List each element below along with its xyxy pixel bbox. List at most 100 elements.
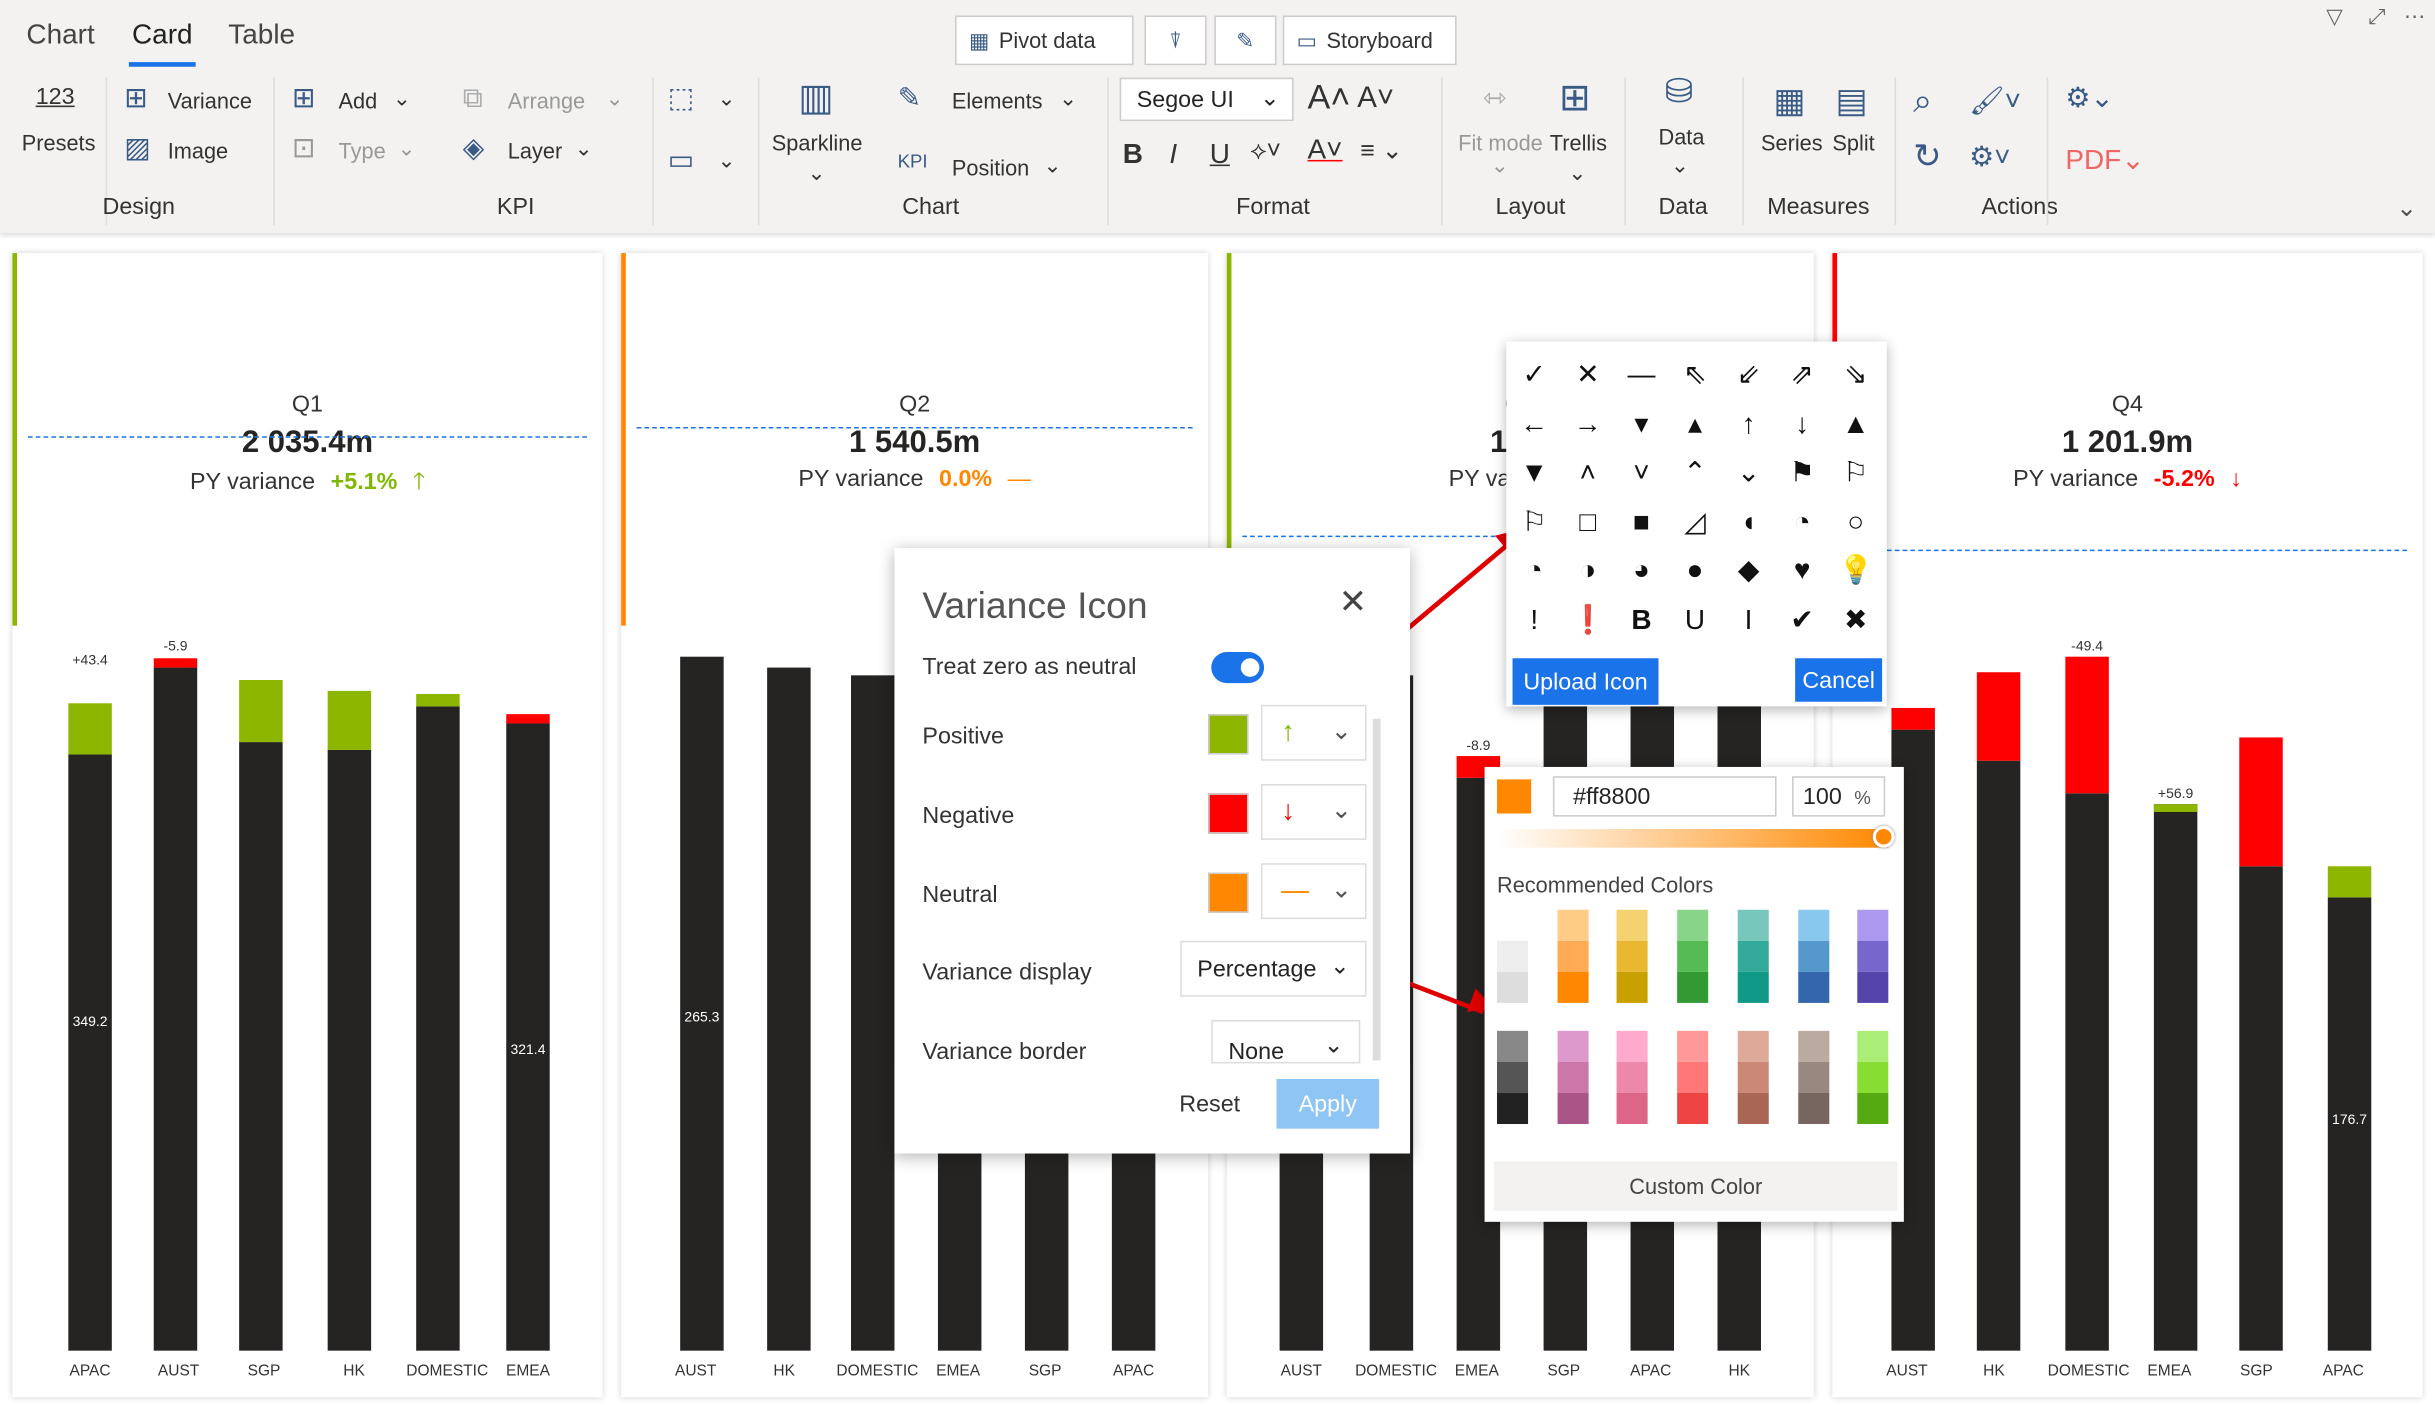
variance-bar[interactable] bbox=[239, 679, 283, 743]
opacity-input[interactable]: 100% bbox=[1792, 776, 1886, 817]
variance-bar[interactable] bbox=[506, 714, 550, 724]
color-swatch-column[interactable] bbox=[1677, 1030, 1709, 1125]
variance-bar[interactable] bbox=[153, 658, 198, 668]
pivot-data-button[interactable]: ▦ Pivot data bbox=[955, 15, 1134, 66]
chevron-down-icon[interactable]: ⌄ bbox=[717, 147, 735, 173]
font-color-icon[interactable]: A˅ bbox=[1308, 134, 1343, 167]
upload-icon-button[interactable]: Upload Icon bbox=[1512, 658, 1659, 705]
double-chevron-down-icon[interactable]: ⌄ bbox=[1731, 455, 1765, 489]
variance-button[interactable]: Variance bbox=[168, 88, 252, 113]
chevron-down-icon[interactable]: ⌄ bbox=[1491, 152, 1509, 178]
check-icon[interactable]: ✓ bbox=[1517, 357, 1551, 391]
variance-bar[interactable] bbox=[327, 690, 372, 750]
sparkline-button[interactable]: Sparkline bbox=[772, 130, 863, 155]
variance-bar[interactable] bbox=[2327, 866, 2372, 898]
triangle-down-icon[interactable]: ▼ bbox=[1517, 455, 1551, 489]
arrow-down-left-icon[interactable]: ⇙ bbox=[1731, 357, 1765, 391]
underline-icon[interactable]: U bbox=[1678, 602, 1712, 636]
arrow-left-icon[interactable]: ← bbox=[1517, 406, 1551, 440]
bar[interactable] bbox=[850, 675, 895, 1351]
export-settings-icon[interactable]: ⚙⌄ bbox=[2065, 84, 2113, 112]
chevron-down-icon[interactable]: ⌄ bbox=[1568, 160, 1586, 186]
opacity-slider[interactable] bbox=[1496, 829, 1889, 848]
exclamation-circle-icon[interactable]: ❗ bbox=[1571, 602, 1606, 636]
color-swatch-column[interactable] bbox=[1857, 1030, 1889, 1125]
variance-bar[interactable] bbox=[2239, 737, 2283, 867]
pdf-icon[interactable]: PDF⌄ bbox=[2065, 146, 2144, 174]
bar[interactable] bbox=[767, 667, 811, 1351]
underline-button[interactable]: U bbox=[1210, 138, 1230, 171]
dash-icon[interactable]: — bbox=[1624, 357, 1658, 391]
half-circle-icon[interactable]: ◖ bbox=[1731, 504, 1765, 538]
font-shrink-icon[interactable]: A˅ bbox=[1357, 82, 1394, 116]
bold-icon[interactable]: B bbox=[1624, 602, 1658, 636]
positive-icon-select[interactable]: ↑ ⌄ bbox=[1260, 704, 1367, 761]
arrow-down-right-icon[interactable]: ⇘ bbox=[1839, 357, 1873, 391]
storyboard-button[interactable]: ▭ Storyboard bbox=[1282, 15, 1457, 66]
opacity-slider-handle[interactable] bbox=[1872, 825, 1895, 848]
chevron-up-icon[interactable]: ˄ bbox=[1571, 455, 1605, 489]
bar[interactable] bbox=[2153, 804, 2198, 1351]
diamond-icon[interactable]: ◆ bbox=[1731, 553, 1765, 587]
bar[interactable] bbox=[680, 656, 724, 1351]
bar[interactable] bbox=[1976, 760, 2021, 1351]
data-button[interactable]: Data bbox=[1658, 124, 1704, 149]
color-swatch-column[interactable] bbox=[1617, 1030, 1649, 1125]
presets-label[interactable]: Presets bbox=[22, 130, 96, 155]
elements-button[interactable]: Elements bbox=[952, 88, 1043, 113]
variance-bar[interactable] bbox=[2065, 656, 2109, 794]
flag-small-icon[interactable]: ⚐ bbox=[1517, 504, 1551, 538]
gear-icon[interactable]: ⚙˅ bbox=[1969, 143, 2010, 171]
arrange-button[interactable]: Arrange bbox=[508, 88, 585, 113]
exclamation-icon[interactable]: ! bbox=[1517, 602, 1551, 636]
color-swatch-column[interactable] bbox=[1677, 909, 1709, 1003]
close-icon[interactable]: ✕ bbox=[1339, 582, 1368, 622]
font-grow-icon[interactable]: A˄ bbox=[1308, 78, 1351, 118]
variance-bar[interactable] bbox=[68, 703, 112, 755]
border-icon[interactable]: ⬚ bbox=[668, 84, 694, 112]
italic-icon[interactable]: I bbox=[1731, 602, 1765, 636]
square-icon[interactable]: ■ bbox=[1624, 504, 1658, 538]
tab-chart[interactable]: Chart bbox=[26, 19, 94, 52]
bar[interactable] bbox=[2065, 793, 2109, 1351]
variance-bar[interactable] bbox=[1976, 672, 2021, 761]
color-swatch-column[interactable] bbox=[1857, 909, 1889, 1003]
pie-icon[interactable]: ◔ bbox=[1785, 504, 1819, 538]
shape-icon[interactable]: ◿ bbox=[1678, 504, 1712, 538]
kpi-card[interactable]: Q4 1 201.9m PY variance -5.2% ↓ AUST HK DOME… bbox=[1832, 253, 2423, 1398]
image-button[interactable]: Image bbox=[168, 138, 228, 163]
variance-bar[interactable] bbox=[2153, 804, 2198, 812]
positive-color-swatch[interactable] bbox=[1208, 714, 1249, 755]
neutral-icon-select[interactable]: — ⌄ bbox=[1260, 863, 1367, 920]
arrow-up-left-icon[interactable]: ⇖ bbox=[1678, 357, 1712, 391]
bar[interactable] bbox=[239, 742, 283, 1351]
quarter-circle-icon[interactable]: ◔ bbox=[1517, 553, 1551, 587]
more-icon[interactable]: ⋯ bbox=[2404, 3, 2426, 29]
half-filled-circle-icon[interactable]: ◑ bbox=[1571, 553, 1605, 587]
scrollbar[interactable] bbox=[1372, 718, 1381, 1061]
bar[interactable] bbox=[416, 706, 460, 1351]
negative-color-swatch[interactable] bbox=[1208, 793, 1249, 834]
chevron-down-icon[interactable]: ⌄ bbox=[393, 85, 411, 111]
treat-zero-toggle[interactable] bbox=[1211, 652, 1265, 684]
bar[interactable] bbox=[2239, 866, 2283, 1351]
lightbulb-icon[interactable]: 💡 bbox=[1839, 553, 1874, 587]
collapse-ribbon-icon[interactable]: ⌄ bbox=[2396, 193, 2417, 224]
arrow-up-right-icon[interactable]: ⇗ bbox=[1785, 357, 1819, 391]
variance-bar[interactable] bbox=[1891, 707, 1935, 730]
position-button[interactable]: Position bbox=[952, 155, 1029, 180]
three-quarter-circle-icon[interactable]: ◕ bbox=[1624, 553, 1658, 587]
color-swatch-column[interactable] bbox=[1797, 1030, 1829, 1125]
custom-color-button[interactable]: Custom Color bbox=[1493, 1161, 1898, 1211]
split-button[interactable]: Split bbox=[1832, 130, 1874, 155]
square-outline-icon[interactable]: □ bbox=[1571, 504, 1605, 538]
bar[interactable] bbox=[68, 754, 112, 1351]
chevron-down-icon[interactable]: ⌄ bbox=[575, 135, 593, 161]
color-swatch-column[interactable] bbox=[1496, 1030, 1529, 1125]
arrow-right-icon[interactable]: → bbox=[1571, 406, 1605, 440]
circle-outline-icon[interactable]: ○ bbox=[1839, 504, 1873, 538]
chevron-down-icon[interactable]: ⌄ bbox=[1059, 85, 1077, 111]
arrow-up-icon[interactable]: ↑ bbox=[1731, 406, 1765, 440]
check-circle-icon[interactable]: ✔ bbox=[1785, 602, 1819, 636]
hex-input[interactable]: #ff8800 bbox=[1552, 776, 1777, 817]
